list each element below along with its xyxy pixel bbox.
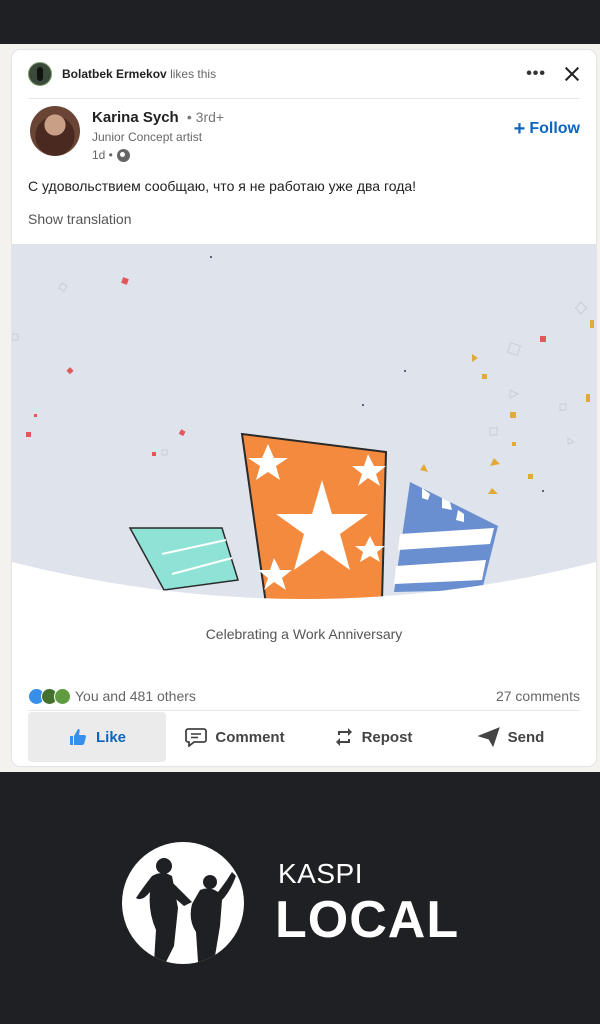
thumbs-up-icon: [69, 729, 86, 745]
reactions-count[interactable]: You and 481 others: [75, 688, 196, 704]
comment-icon: [185, 728, 208, 747]
author-name-line[interactable]: Karina Sych • 3rd+: [92, 109, 224, 126]
social-context-text: Bolatbek Ermekov likes this: [62, 67, 216, 81]
globe-icon: [116, 148, 130, 162]
send-label: Send: [507, 728, 545, 746]
reaction-icons[interactable]: [28, 688, 71, 705]
comments-count[interactable]: 27 comments: [496, 688, 580, 704]
show-translation-link[interactable]: Show translation: [28, 211, 132, 227]
teal-present: [128, 527, 239, 591]
repost-button[interactable]: Repost: [304, 712, 442, 762]
post-time: 1d •: [92, 148, 113, 162]
comment-label: Comment: [215, 728, 285, 746]
plus-icon: +: [513, 118, 526, 140]
brand-line-2: LOCAL: [275, 891, 460, 949]
social-context-header: Bolatbek Ermekov likes this •••: [28, 50, 580, 99]
close-icon[interactable]: [564, 66, 580, 82]
post-panel: Bolatbek Ermekov likes this ••• Karina S…: [0, 44, 600, 772]
logo-figures-icon: [136, 858, 236, 962]
outline-confetti: [12, 282, 588, 456]
send-button[interactable]: Send: [442, 712, 580, 762]
blue-present: [394, 482, 498, 592]
like-button[interactable]: Like: [28, 712, 166, 762]
post-text: С удовольствием сообщаю, что я не работа…: [28, 178, 417, 194]
action-bar: Like Comment Repost Send: [28, 712, 580, 762]
more-options-icon[interactable]: •••: [526, 65, 546, 83]
connection-degree: • 3rd+: [186, 109, 225, 125]
post-meta: 1d •: [92, 148, 130, 162]
follow-button[interactable]: + Follow: [514, 118, 580, 141]
confetti: [26, 277, 546, 456]
kaspi-local-logo: [122, 842, 244, 964]
send-icon: [477, 727, 500, 747]
social-counts: You and 481 others 27 comments: [28, 686, 580, 711]
actor-avatar[interactable]: [28, 62, 52, 86]
follow-label: Follow: [529, 120, 580, 137]
brand-line-1: KASPI: [278, 858, 363, 889]
post-card: Bolatbek Ermekov likes this ••• Karina S…: [12, 50, 596, 766]
header-actions: •••: [526, 65, 580, 83]
repost-icon: [335, 728, 352, 746]
celebration-caption: Celebrating a Work Anniversary: [205, 626, 403, 642]
author-name[interactable]: Karina Sych: [92, 109, 179, 126]
repost-label: Repost: [361, 728, 413, 746]
anniversary-illustration: [12, 256, 596, 680]
author-avatar[interactable]: [30, 106, 80, 156]
like-label: Like: [95, 728, 126, 746]
actor-name[interactable]: Bolatbek Ermekov: [62, 67, 167, 81]
comment-button[interactable]: Comment: [166, 712, 304, 762]
orange-present: [240, 432, 388, 606]
celebration-image[interactable]: Celebrating a Work Anniversary: [12, 244, 596, 680]
top-bar: [0, 0, 600, 44]
branding-footer: KASPI LOCAL: [0, 772, 600, 1024]
author-headline: Junior Concept artist: [92, 130, 203, 144]
social-action: likes this: [170, 67, 217, 81]
gold-confetti: [420, 320, 594, 494]
support-reaction-icon: [54, 688, 71, 705]
author-row: Karina Sych • 3rd+ Junior Concept artist…: [30, 106, 580, 166]
